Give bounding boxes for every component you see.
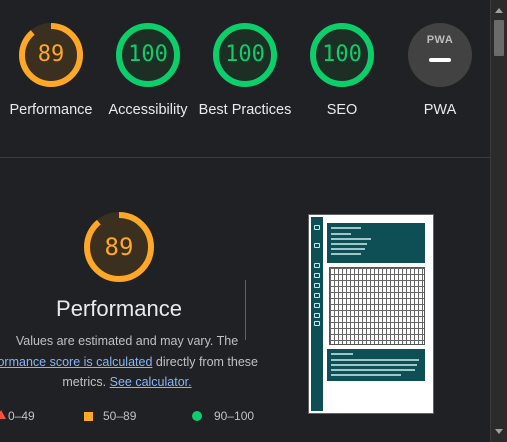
pwa-badge-text: PWA [426,34,454,46]
gauge-score: 89 [37,42,65,67]
fail-triangle-icon [0,410,6,419]
legend-fail-label: 0–49 [8,409,35,423]
desc-line-3: metrics. See calculator. [0,372,258,393]
thumb-text-line [331,253,361,255]
desc-line-1: Values are estimated and may vary. The [15,334,239,348]
thumb-text-line [331,369,415,371]
thumb-icon [314,273,320,278]
gauge-pwa[interactable]: PWA PWA [392,22,488,120]
performance-score: 89 [104,233,134,261]
thumb-text-line [331,227,361,229]
pwa-dash-icon [429,58,451,62]
gauge-ring: 100 [115,22,181,88]
legend-pass-label: 90–100 [214,409,255,423]
thumb-text-line [331,243,367,245]
score-calculated-link[interactable]: formance score is calculated [0,355,152,369]
legend-average-label: 50–89 [103,409,137,423]
section-divider [245,280,246,340]
thumb-text-line [331,374,401,376]
thumb-icon [314,243,320,248]
gauge-label: Best Practices [198,102,292,118]
thumb-icon [314,283,320,288]
gauge-label: Performance [9,102,93,118]
thumbnail-sidebar [311,217,323,411]
thumbnail-header-block [327,223,425,263]
performance-gauge-large: 89 [82,210,156,284]
pwa-badge: PWA [408,23,472,87]
thumb-text-line [331,248,365,250]
gauge-seo[interactable]: 100 SEO [294,22,390,120]
gauge-ring: 89 [18,22,84,88]
thumb-icon [314,225,320,230]
gauge-label: PWA [423,102,457,118]
gauge-score: 100 [128,42,168,67]
thumb-text-line [331,238,371,240]
performance-description: Values are estimated and may vary. The f… [0,331,258,393]
legend-average: 50–89 [84,409,136,423]
thumb-icon [314,263,320,268]
scrollbar-thumb[interactable] [494,20,504,56]
gauge-ring: 100 [212,22,278,88]
thumbnail-grid [329,267,425,345]
thumb-text-line [331,359,419,361]
desc-line-2: formance score is calculated directly fr… [0,352,258,373]
gauge-score: 100 [225,42,265,67]
thumb-icon [314,293,320,298]
pass-circle-icon [192,411,202,421]
category-gauges: 89 Performance 100 Accessibility 100 Bes… [0,0,490,158]
desc-line-3-text: metrics. [62,375,110,389]
see-calculator-link[interactable]: See calculator. [110,375,192,389]
gauge-best-practices[interactable]: 100 Best Practices [197,22,293,120]
thumb-icon [314,313,320,318]
gauge-performance[interactable]: 89 Performance [3,22,99,120]
performance-title: Performance [56,296,182,321]
legend-fail: 0–49 [0,409,35,423]
scroll-down-arrow-icon[interactable] [495,429,503,434]
vertical-scrollbar[interactable] [490,0,507,442]
gauge-score: 100 [322,42,362,67]
gauge-label: SEO [326,102,358,118]
desc-line-2-text: directly from these [152,354,258,369]
thumb-text-line [331,364,417,366]
gauge-ring: 100 [309,22,375,88]
page-screenshot-thumbnail[interactable] [308,214,434,414]
thumbnail-footer-block [327,349,425,381]
gauge-label: Accessibility [108,102,188,118]
thumb-text-line [331,353,353,355]
average-square-icon [84,412,93,421]
thumb-text-line [331,233,351,235]
lighthouse-report-panel: 89 Performance 100 Accessibility 100 Bes… [0,0,490,442]
thumb-icon [314,321,320,326]
scroll-up-arrow-icon[interactable] [495,8,503,13]
legend-pass: 90–100 [192,409,254,423]
gauge-accessibility[interactable]: 100 Accessibility [100,22,196,120]
thumb-icon [314,303,320,308]
